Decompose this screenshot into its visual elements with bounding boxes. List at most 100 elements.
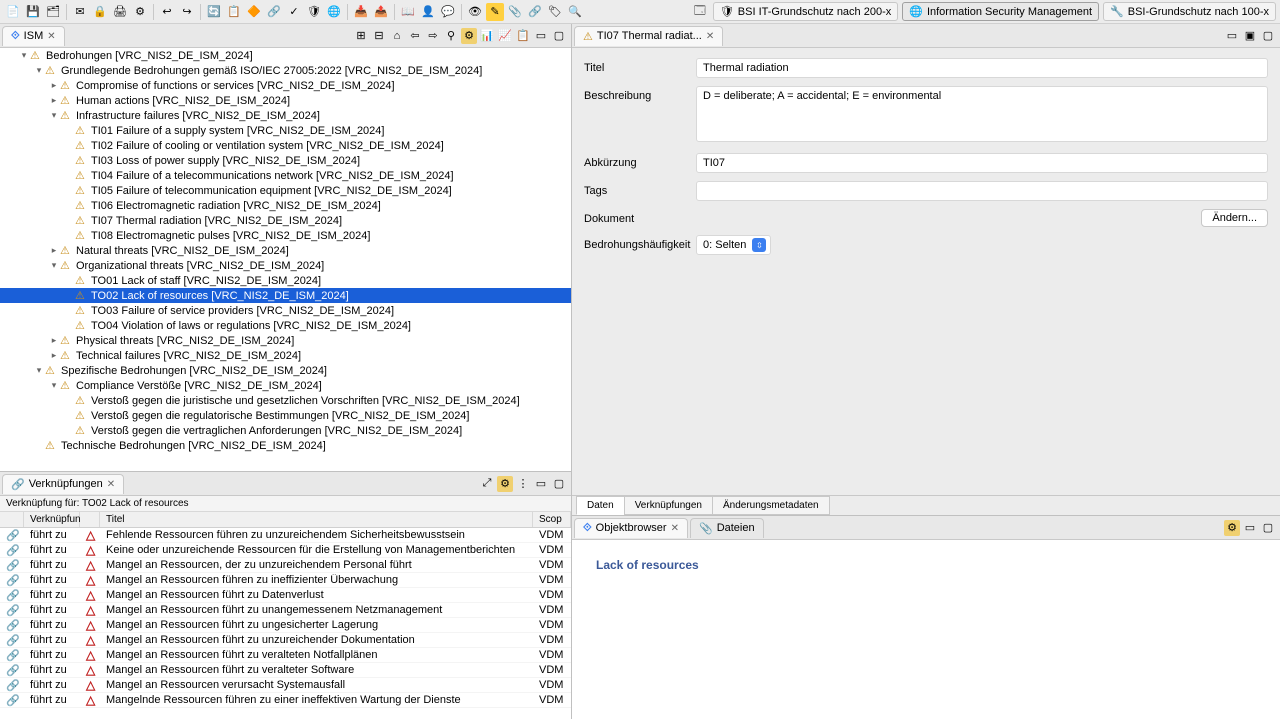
links-max-icon[interactable]: ▢ bbox=[551, 476, 567, 492]
tree-item[interactable]: ▾⚠Bedrohungen [VRC_NIS2_DE_ISM_2024] bbox=[0, 48, 571, 63]
browser-settings-icon[interactable]: ⚙ bbox=[1224, 520, 1240, 536]
toolbar-shield-icon[interactable]: 🛡 bbox=[305, 3, 323, 21]
toolbar-user-icon[interactable]: 👤 bbox=[419, 3, 437, 21]
toolbar-search-icon[interactable]: 🔍 bbox=[566, 3, 584, 21]
tree-toggle-icon[interactable]: ▾ bbox=[18, 50, 30, 61]
perspective-bsi-100[interactable]: 🔧BSI-Grundschutz nach 100-x bbox=[1103, 2, 1276, 21]
tree-item[interactable]: ▸⚠Physical threats [VRC_NIS2_DE_ISM_2024… bbox=[0, 333, 571, 348]
ism-tree[interactable]: ▾⚠Bedrohungen [VRC_NIS2_DE_ISM_2024]▾⚠Gr… bbox=[0, 48, 571, 471]
perspective-ism[interactable]: 🌐Information Security Management bbox=[902, 2, 1099, 21]
toolbar-mail-icon[interactable]: ✉ bbox=[71, 3, 89, 21]
tree-toggle-icon[interactable]: ▸ bbox=[48, 80, 60, 91]
tree-copy-icon[interactable]: 📋 bbox=[515, 28, 531, 44]
tree-item[interactable]: ⚠TI04 Failure of a telecommunications ne… bbox=[0, 168, 571, 183]
tree-toggle-icon[interactable]: ▸ bbox=[48, 245, 60, 256]
tree-item[interactable]: ⚠Verstoß gegen die regulatorische Bestim… bbox=[0, 408, 571, 423]
toolbar-edit-icon[interactable]: ✎ bbox=[486, 3, 504, 21]
tree-toggle-icon[interactable]: ▸ bbox=[48, 350, 60, 361]
tree-toggle-icon[interactable]: ▾ bbox=[33, 365, 45, 376]
close-icon[interactable]: ✕ bbox=[47, 31, 55, 42]
tree-item[interactable]: ⚠TI03 Loss of power supply [VRC_NIS2_DE_… bbox=[0, 153, 571, 168]
tree-item[interactable]: ⚠Technische Bedrohungen [VRC_NIS2_DE_ISM… bbox=[0, 438, 571, 453]
tree-item[interactable]: ⚠TO04 Violation of laws or regulations [… bbox=[0, 318, 571, 333]
toolbar-tag-icon[interactable]: 🏷 bbox=[546, 3, 564, 21]
tree-item[interactable]: ▾⚠Spezifische Bedrohungen [VRC_NIS2_DE_I… bbox=[0, 363, 571, 378]
toolbar-lock-icon[interactable]: 🔒 bbox=[91, 3, 109, 21]
tree-max-icon[interactable]: ▢ bbox=[551, 28, 567, 44]
link-row[interactable]: 🔗führt zu△Mangel an Ressourcen führen zu… bbox=[0, 573, 571, 588]
tab-verknuepfungen[interactable]: 🔗 Verknüpfungen ✕ bbox=[2, 474, 124, 494]
tree-item[interactable]: ⚠TO03 Failure of service providers [VRC_… bbox=[0, 303, 571, 318]
tree-item[interactable]: ▾⚠Grundlegende Bedrohungen gemäß ISO/IEC… bbox=[0, 63, 571, 78]
tree-filter-icon[interactable]: ⚲ bbox=[443, 28, 459, 44]
input-titel[interactable] bbox=[696, 58, 1268, 78]
links-table[interactable]: Verknüpfun Titel Scop 🔗führt zu△Fehlende… bbox=[0, 512, 571, 719]
tab-dateien[interactable]: 📎 Dateien bbox=[690, 518, 764, 538]
select-haeufigkeit[interactable]: 0: Selten ⇳ bbox=[696, 235, 771, 255]
perspective-switcher-icon[interactable]: 🗔 bbox=[691, 3, 709, 21]
tab-verknuepfungen-editor[interactable]: Verknüpfungen bbox=[624, 496, 713, 515]
tree-item[interactable]: ▾⚠Organizational threats [VRC_NIS2_DE_IS… bbox=[0, 258, 571, 273]
link-row[interactable]: 🔗führt zu△Mangelnde Ressourcen führen zu… bbox=[0, 693, 571, 708]
input-beschreibung[interactable] bbox=[696, 86, 1268, 142]
tab-editor[interactable]: ⚠ TI07 Thermal radiat... ✕ bbox=[574, 26, 723, 46]
tree-item[interactable]: ⚠TI01 Failure of a supply system [VRC_NI… bbox=[0, 123, 571, 138]
tree-item[interactable]: ▸⚠Compromise of functions or services [V… bbox=[0, 78, 571, 93]
link-row[interactable]: 🔗führt zu△Mangel an Ressourcen führt zu … bbox=[0, 603, 571, 618]
perspective-bsi-200[interactable]: 🛡BSI IT-Grundschutz nach 200-x bbox=[713, 2, 898, 21]
tree-item[interactable]: ⚠TI02 Failure of cooling or ventilation … bbox=[0, 138, 571, 153]
toolbar-comment-icon[interactable]: 💬 bbox=[439, 3, 457, 21]
toolbar-eye-icon[interactable]: 👁 bbox=[466, 3, 484, 21]
tree-item[interactable]: ⚠Verstoß gegen die vertraglichen Anforde… bbox=[0, 423, 571, 438]
link-row[interactable]: 🔗führt zu△Fehlende Ressourcen führen zu … bbox=[0, 528, 571, 543]
tree-item[interactable]: ⚠TI08 Electromagnetic pulses [VRC_NIS2_D… bbox=[0, 228, 571, 243]
tab-objektbrowser[interactable]: ⟐ Objektbrowser ✕ bbox=[574, 518, 688, 538]
link-row[interactable]: 🔗führt zu△Mangel an Ressourcen führt zu … bbox=[0, 633, 571, 648]
links-settings-icon[interactable]: ⚙ bbox=[497, 476, 513, 492]
tree-fwd-icon[interactable]: ⇨ bbox=[425, 28, 441, 44]
tree-toggle-icon[interactable]: ▸ bbox=[48, 335, 60, 346]
toolbar-saveall-icon[interactable]: 🗂 bbox=[44, 3, 62, 21]
toolbar-new-icon[interactable]: 📄 bbox=[4, 3, 22, 21]
link-row[interactable]: 🔗führt zu△Mangel an Ressourcen führt zu … bbox=[0, 618, 571, 633]
browser-min-icon[interactable]: ▭ bbox=[1242, 520, 1258, 536]
tree-settings-icon[interactable]: ⚙ bbox=[461, 28, 477, 44]
toolbar-refresh-icon[interactable]: 🔄 bbox=[205, 3, 223, 21]
toolbar-doc-icon[interactable]: 📋 bbox=[225, 3, 243, 21]
tree-chart-icon[interactable]: 📊 bbox=[479, 28, 495, 44]
toolbar-check-icon[interactable]: ✓ bbox=[285, 3, 303, 21]
toolbar-graph-icon[interactable]: 🔗 bbox=[265, 3, 283, 21]
tree-item[interactable]: ⚠Verstoß gegen die juristische und geset… bbox=[0, 393, 571, 408]
tree-item[interactable]: ⚠TI07 Thermal radiation [VRC_NIS2_DE_ISM… bbox=[0, 213, 571, 228]
toolbar-prefs-icon[interactable]: ⚙ bbox=[131, 3, 149, 21]
close-icon[interactable]: ✕ bbox=[671, 523, 679, 534]
tree-collapse-icon[interactable]: ⊟ bbox=[371, 28, 387, 44]
tree-item[interactable]: ▾⚠Infrastructure failures [VRC_NIS2_DE_I… bbox=[0, 108, 571, 123]
tab-daten[interactable]: Daten bbox=[576, 496, 625, 515]
toolbar-link-icon[interactable]: 🔗 bbox=[526, 3, 544, 21]
links-col-scope[interactable]: Scop bbox=[533, 512, 571, 527]
toolbar-attach-icon[interactable]: 📎 bbox=[506, 3, 524, 21]
close-icon[interactable]: ✕ bbox=[107, 479, 115, 490]
tree-toggle-icon[interactable]: ▾ bbox=[48, 110, 60, 121]
editor-max-icon[interactable]: ▢ bbox=[1260, 28, 1276, 44]
link-row[interactable]: 🔗führt zu△Keine oder unzureichende Resso… bbox=[0, 543, 571, 558]
editor-restore-icon[interactable]: ▣ bbox=[1242, 28, 1258, 44]
close-icon[interactable]: ✕ bbox=[706, 31, 714, 42]
link-row[interactable]: 🔗führt zu△Mangel an Ressourcen führt zu … bbox=[0, 648, 571, 663]
links-menu-icon[interactable]: ⋮ bbox=[515, 476, 531, 492]
tree-item[interactable]: ▸⚠Human actions [VRC_NIS2_DE_ISM_2024] bbox=[0, 93, 571, 108]
tree-toggle-icon[interactable]: ▾ bbox=[33, 65, 45, 76]
tree-item[interactable]: ⚠TO01 Lack of staff [VRC_NIS2_DE_ISM_202… bbox=[0, 273, 571, 288]
tree-home-icon[interactable]: ⌂ bbox=[389, 28, 405, 44]
toolbar-export-icon[interactable]: 📤 bbox=[372, 3, 390, 21]
input-abkuerzung[interactable] bbox=[696, 153, 1268, 173]
link-row[interactable]: 🔗führt zu△Mangel an Ressourcen führt zu … bbox=[0, 663, 571, 678]
links-col-title[interactable]: Titel bbox=[100, 512, 533, 527]
links-min-icon[interactable]: ▭ bbox=[533, 476, 549, 492]
toolbar-save-icon[interactable]: 💾 bbox=[24, 3, 42, 21]
toolbar-redo-icon[interactable]: ↪ bbox=[178, 3, 196, 21]
tree-item[interactable]: ⚠TO02 Lack of resources [VRC_NIS2_DE_ISM… bbox=[0, 288, 571, 303]
toolbar-import-icon[interactable]: 📥 bbox=[352, 3, 370, 21]
link-row[interactable]: 🔗führt zu△Mangel an Ressourcen, der zu u… bbox=[0, 558, 571, 573]
